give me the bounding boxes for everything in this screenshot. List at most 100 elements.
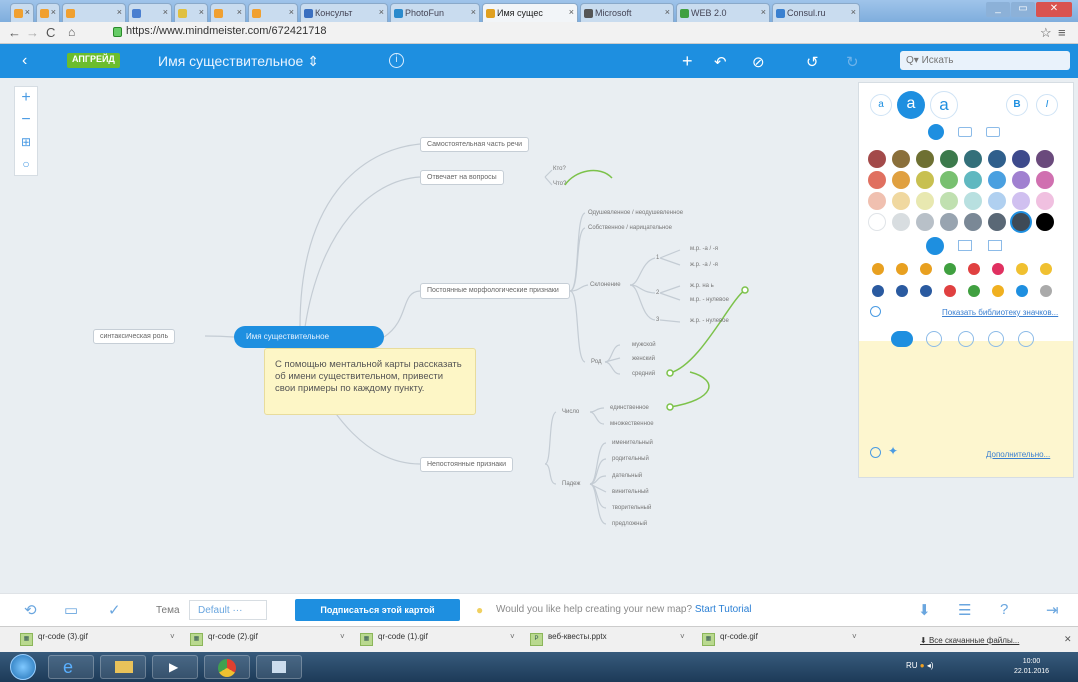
color-swatch[interactable] <box>1036 171 1054 189</box>
help-icon[interactable]: ? <box>1000 601 1008 618</box>
icon-option[interactable] <box>872 263 884 275</box>
subscribe-button[interactable]: Подписаться этой картой <box>295 599 460 621</box>
all-downloads-link[interactable]: ⬇ Все скачанные файлы... <box>920 636 1019 645</box>
volume-icon[interactable]: ◂) <box>927 661 934 670</box>
shape-check-button[interactable] <box>1018 331 1034 347</box>
icon-option[interactable] <box>920 285 932 297</box>
video-tab-icon[interactable] <box>988 240 1002 251</box>
download-menu-icon[interactable]: ˅ <box>680 632 685 641</box>
color-swatch[interactable] <box>988 150 1006 168</box>
color-swatch[interactable] <box>940 213 958 231</box>
ie-taskbar-icon[interactable]: e <box>48 655 94 679</box>
start-tutorial-link[interactable]: Start Tutorial <box>695 604 752 615</box>
icon-option[interactable] <box>1016 285 1028 297</box>
fill-color-toggle-icon[interactable] <box>928 124 944 140</box>
color-swatch[interactable] <box>916 150 934 168</box>
node-case[interactable]: Падеж <box>562 481 580 487</box>
chat-icon[interactable]: ☰ <box>958 601 971 619</box>
system-tray[interactable]: RU ● ◂) <box>906 661 934 670</box>
icon-option[interactable] <box>920 263 932 275</box>
node-nonpermanent-features[interactable]: Непостоянные признаки <box>420 457 514 472</box>
download-menu-icon[interactable]: ˅ <box>510 632 515 641</box>
node-masculine[interactable]: мужской <box>632 342 656 348</box>
emoji-tab-icon[interactable] <box>926 237 944 255</box>
download-item[interactable]: ▦ qr-code (3).gif ˅ <box>18 632 183 648</box>
node-declension[interactable]: Склонение <box>590 282 621 288</box>
node-chto[interactable]: Что? <box>553 181 566 187</box>
icon-option[interactable] <box>992 285 1004 297</box>
close-download-bar-icon[interactable]: ✕ <box>1064 634 1072 645</box>
color-swatch[interactable] <box>892 171 910 189</box>
more-options-link[interactable]: Дополнительно... <box>986 450 1050 459</box>
download-menu-icon[interactable]: ˅ <box>340 632 345 641</box>
download-item[interactable]: ▦ qr-code.gif ˅ <box>700 632 865 648</box>
icon-option[interactable] <box>968 263 980 275</box>
font-size-medium-button[interactable]: a <box>897 91 925 119</box>
clock[interactable]: 10:00 22.01.2016 <box>1014 657 1049 677</box>
icon-option[interactable] <box>1040 263 1052 275</box>
color-swatch[interactable] <box>988 171 1006 189</box>
node-decl-3a[interactable]: ж.р. - нулевое <box>690 318 729 324</box>
node-decl-2a[interactable]: ж.р. на ь <box>690 283 714 289</box>
node-decl-2[interactable]: 2 <box>656 290 659 296</box>
node-case-1[interactable]: именительный <box>612 440 653 446</box>
color-swatch[interactable] <box>868 150 886 168</box>
magic-wand-icon[interactable]: ✦ <box>888 444 898 458</box>
node-singular[interactable]: единственное <box>610 405 649 411</box>
shape-circle-button[interactable] <box>926 331 942 347</box>
node-permanent-features[interactable]: Постоянные морфологические признаки <box>420 283 570 299</box>
color-swatch[interactable] <box>964 213 982 231</box>
icon-option[interactable] <box>1016 263 1028 275</box>
node-case-3[interactable]: дательный <box>612 473 642 479</box>
shape-link-button[interactable] <box>988 331 1004 347</box>
present-icon[interactable]: ▭ <box>64 601 78 619</box>
chrome-taskbar-icon[interactable] <box>204 655 250 679</box>
download-icon[interactable]: ⬇ <box>918 601 931 619</box>
check-icon[interactable]: ✓ <box>108 601 121 619</box>
icon-option[interactable] <box>944 285 956 297</box>
node-case-2[interactable]: родительный <box>612 456 649 462</box>
app-taskbar-icon[interactable] <box>256 655 302 679</box>
icon-library-link[interactable]: Показать библиотеку значков... <box>942 308 1058 317</box>
node-case-6[interactable]: предложный <box>612 521 647 527</box>
color-swatch[interactable] <box>916 192 934 210</box>
node-case-4[interactable]: винительный <box>612 489 649 495</box>
color-swatch[interactable] <box>892 150 910 168</box>
node-answers-questions[interactable]: Отвечает на вопросы <box>420 170 504 185</box>
node-syntactic-role[interactable]: синтаксическая роль <box>93 329 176 344</box>
color-swatch[interactable] <box>868 213 886 231</box>
tray-app-icon[interactable]: ● <box>920 661 925 670</box>
color-swatch[interactable] <box>940 150 958 168</box>
color-swatch[interactable] <box>916 213 934 231</box>
node-decl-3[interactable]: 3 <box>656 317 659 323</box>
color-swatch[interactable] <box>916 171 934 189</box>
theme-select[interactable]: Default ··· <box>189 600 267 620</box>
color-swatch[interactable] <box>1012 150 1030 168</box>
color-swatch[interactable] <box>988 213 1006 231</box>
text-color-toggle-icon[interactable] <box>986 127 1000 137</box>
node-decl-1[interactable]: 1 <box>656 255 659 261</box>
color-swatch[interactable] <box>964 171 982 189</box>
node-case-5[interactable]: творительный <box>612 505 651 511</box>
color-swatch[interactable] <box>1012 213 1030 231</box>
icon-option[interactable] <box>992 263 1004 275</box>
bold-button[interactable]: B <box>1006 94 1028 116</box>
language-indicator[interactable]: RU <box>906 661 918 670</box>
node-gender[interactable]: Род <box>591 359 601 365</box>
color-swatch[interactable] <box>1036 213 1054 231</box>
reset-style-icon[interactable] <box>870 447 881 458</box>
icon-option[interactable] <box>944 263 956 275</box>
download-item[interactable]: Pвеб-квесты.pptx ˅ <box>528 632 693 648</box>
icon-option[interactable] <box>896 263 908 275</box>
color-swatch[interactable] <box>892 192 910 210</box>
start-button[interactable] <box>10 654 36 680</box>
color-swatch[interactable] <box>964 150 982 168</box>
color-swatch[interactable] <box>868 192 886 210</box>
border-color-toggle-icon[interactable] <box>958 127 972 137</box>
color-swatch[interactable] <box>1012 192 1030 210</box>
italic-button[interactable]: I <box>1036 94 1058 116</box>
root-node[interactable]: Имя существительное <box>234 326 384 348</box>
color-swatch[interactable] <box>1012 171 1030 189</box>
history-icon[interactable]: ⟲ <box>24 601 37 619</box>
icon-option[interactable] <box>968 285 980 297</box>
